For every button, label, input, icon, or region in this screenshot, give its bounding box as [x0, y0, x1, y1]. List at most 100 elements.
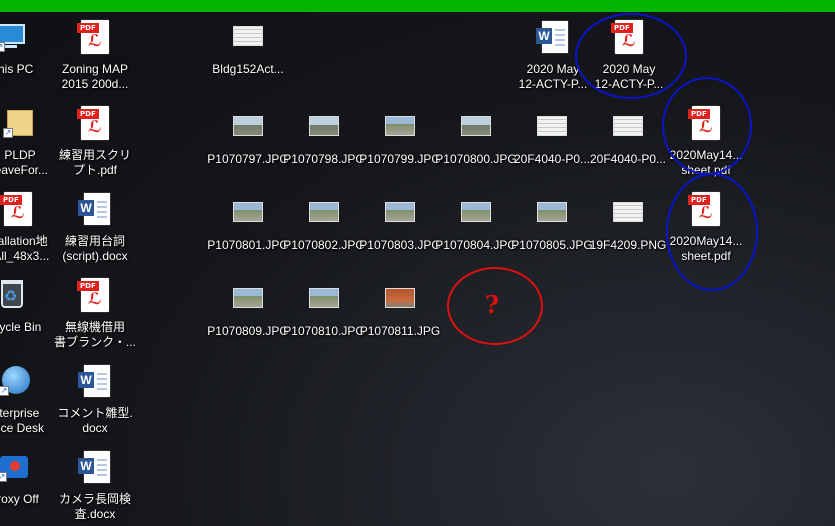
- desktop-icon-glyph: PDF ℒ: [77, 20, 112, 54]
- desktop-icon-label: 練習用台詞 (script).docx: [62, 234, 128, 263]
- desktop-icon-p0802[interactable]: P1070802.JPG: [283, 196, 365, 272]
- desktop-icon-glyph: [307, 110, 341, 144]
- desktop-icon-glyph: [383, 110, 417, 144]
- word-document-icon: W: [536, 21, 568, 53]
- desktop-icon-p0800[interactable]: P1070800.JPG: [435, 110, 517, 186]
- desktop-icon-glyph: [383, 196, 417, 230]
- desktop-icon-p0798[interactable]: P1070798.JPG: [283, 110, 365, 186]
- desktop-icon-f4040a[interactable]: 20F4040-P0...: [512, 110, 592, 186]
- desktop-icon-script-docx[interactable]: W 練習用台詞 (script).docx: [55, 192, 135, 268]
- desktop-icon-muse-pdf[interactable]: PDF ℒ 無線機借用 書ブランク・...: [54, 278, 136, 354]
- image-thumbnail-icon: [309, 202, 339, 222]
- desktop-icon-p0801[interactable]: P1070801.JPG: [207, 196, 289, 272]
- desktop-icon-p0805[interactable]: P1070805.JPG: [511, 196, 593, 272]
- desktop-icon-glyph: [535, 110, 569, 144]
- desktop-icon-p0799[interactable]: P1070799.JPG: [359, 110, 441, 186]
- desktop-icon-comment-docx[interactable]: W コメント雛型. docx: [55, 364, 135, 440]
- desktop-icon-enterprise[interactable]: ↗nterprise rvice Desk: [0, 364, 56, 440]
- desktop-icon-label: コメント雛型. docx: [57, 406, 133, 435]
- desktop-icon-label: 2020 May 12-ACTY-P...: [594, 62, 664, 91]
- desktop-icon-glyph: PDF ℒ: [0, 192, 35, 226]
- image-thumbnail-icon: [309, 116, 339, 136]
- desktop-icon-bldg[interactable]: Bldg152Act...: [208, 20, 288, 96]
- desktop-icon-proxy-off[interactable]: ↗Proxy Off: [0, 450, 54, 526]
- word-document-icon: W: [78, 193, 110, 225]
- green-title-bar: [0, 0, 835, 12]
- desktop-icon-p0803[interactable]: P1070803.JPG: [359, 196, 441, 272]
- desktop-icon-label: カメラ長岡検 査.docx: [58, 492, 131, 521]
- pdf-file-icon: PDF ℒ: [77, 20, 109, 54]
- desktop-icon-glyph: W: [78, 192, 112, 226]
- desktop-icon-label: 2020May14... sheet.pdf: [669, 148, 743, 177]
- desktop-icon-glyph: ↗: [0, 450, 31, 484]
- image-thumbnail-icon: [233, 288, 263, 308]
- image-thumbnail-icon: [385, 202, 415, 222]
- desktop-icon-p0797[interactable]: P1070797.JPG: [207, 110, 289, 186]
- desktop-icon-glyph: [231, 20, 265, 54]
- image-thumbnail-icon: [613, 116, 643, 136]
- desktop-icon-glyph: [459, 110, 493, 144]
- image-thumbnail-icon: [385, 116, 415, 136]
- computer-icon: [0, 24, 25, 44]
- desktop-icon-glyph: W: [536, 20, 570, 54]
- pdf-file-icon: PDF ℒ: [611, 20, 643, 54]
- desktop-icon-label: P1070811.JPG: [359, 324, 441, 338]
- desktop-icon-this-pc[interactable]: ↗This PC: [0, 20, 52, 96]
- image-thumbnail-icon: [537, 116, 567, 136]
- pdf-file-icon: PDF ℒ: [0, 192, 32, 226]
- desktop-icon-glyph: PDF ℒ: [611, 20, 646, 54]
- desktop-icon-glyph: PDF ℒ: [688, 192, 723, 226]
- desktop-icon-p0809[interactable]: P1070809.JPG: [207, 282, 289, 358]
- pdf-file-icon: PDF ℒ: [77, 106, 109, 140]
- image-thumbnail-icon: [613, 202, 643, 222]
- image-thumbnail-icon: [537, 202, 567, 222]
- desktop-icon-glyph: [611, 110, 645, 144]
- word-document-icon: W: [78, 365, 110, 397]
- image-thumbnail-icon: [233, 116, 263, 136]
- desktop-icon-glyph: [535, 196, 569, 230]
- desktop-icon-glyph: ↗: [0, 20, 29, 54]
- desktop-icon-glyph: PDF ℒ: [77, 106, 112, 140]
- desktop-icon-glyph: [383, 282, 417, 316]
- desktop-icon-p0811[interactable]: P1070811.JPG: [360, 282, 440, 358]
- desktop-icon-glyph: PDF ℒ: [688, 106, 723, 140]
- red-circle-annotation: [447, 267, 543, 345]
- image-thumbnail-icon: [233, 26, 263, 46]
- recycle-bin-icon: [1, 280, 23, 308]
- image-thumbnail-icon: [233, 202, 263, 222]
- desktop-icon-glyph: [459, 196, 493, 230]
- desktop-icon-f4209[interactable]: 19F4209.PNG: [588, 196, 668, 272]
- desktop-icon-script-pdf[interactable]: PDF ℒ 練習用スクリ プト.pdf: [55, 106, 135, 182]
- desktop-icon-glyph: [611, 196, 645, 230]
- desktop-icon-glyph: [0, 278, 31, 312]
- desktop-icon-glyph: ↗: [0, 364, 33, 398]
- desktop-icon-sheet2[interactable]: PDF ℒ 2020May14... sheet.pdf: [666, 192, 746, 268]
- desktop-icon-glyph: [307, 282, 341, 316]
- desktop-icon-camera-docx[interactable]: W カメラ長岡検 査.docx: [55, 450, 135, 526]
- desktop-icon-p0804[interactable]: P1070804.JPG: [435, 196, 517, 272]
- desktop-icon-glyph: [231, 110, 265, 144]
- desktop-icon-p0810[interactable]: P1070810.JPG: [283, 282, 365, 358]
- pdf-file-icon: PDF ℒ: [688, 192, 720, 226]
- image-thumbnail-icon: [461, 116, 491, 136]
- desktop-icon-acty-pdf[interactable]: PDF ℒ 2020 May 12-ACTY-P...: [589, 20, 669, 96]
- desktop-icon-glyph: W: [78, 364, 112, 398]
- image-thumbnail-icon: [309, 288, 339, 308]
- desktop-icon-label: 2020May14... sheet.pdf: [669, 234, 743, 263]
- desktop-icon-acty-docx[interactable]: W 2020 May 12-ACTY-P...: [513, 20, 593, 96]
- pdf-file-icon: PDF ℒ: [688, 106, 720, 140]
- desktop-icon-glyph: PDF ℒ: [77, 278, 112, 312]
- image-thumbnail-icon: [385, 288, 415, 308]
- desktop-icon-zoning-map[interactable]: PDF ℒ Zoning MAP 2015 200d...: [55, 20, 135, 96]
- desktop-icon-recycle[interactable]: ecycle Bin: [0, 278, 54, 354]
- desktop-icon-sheet1[interactable]: PDF ℒ 2020May14... sheet.pdf: [666, 106, 746, 182]
- desktop-icon-glyph: [231, 282, 265, 316]
- desktop-icon-label: 無線機借用 書ブランク・...: [54, 320, 136, 349]
- desktop-icon-glyph: [231, 196, 265, 230]
- desktop-icon-label: Zoning MAP 2015 200d...: [61, 62, 129, 91]
- desktop-icon-f4040b[interactable]: 20F4040-P0...: [588, 110, 668, 186]
- image-thumbnail-icon: [461, 202, 491, 222]
- desktop-icon-glyph: [307, 196, 341, 230]
- desktop-icon-label: 練習用スクリ プト.pdf: [58, 148, 131, 177]
- word-document-icon: W: [78, 451, 110, 483]
